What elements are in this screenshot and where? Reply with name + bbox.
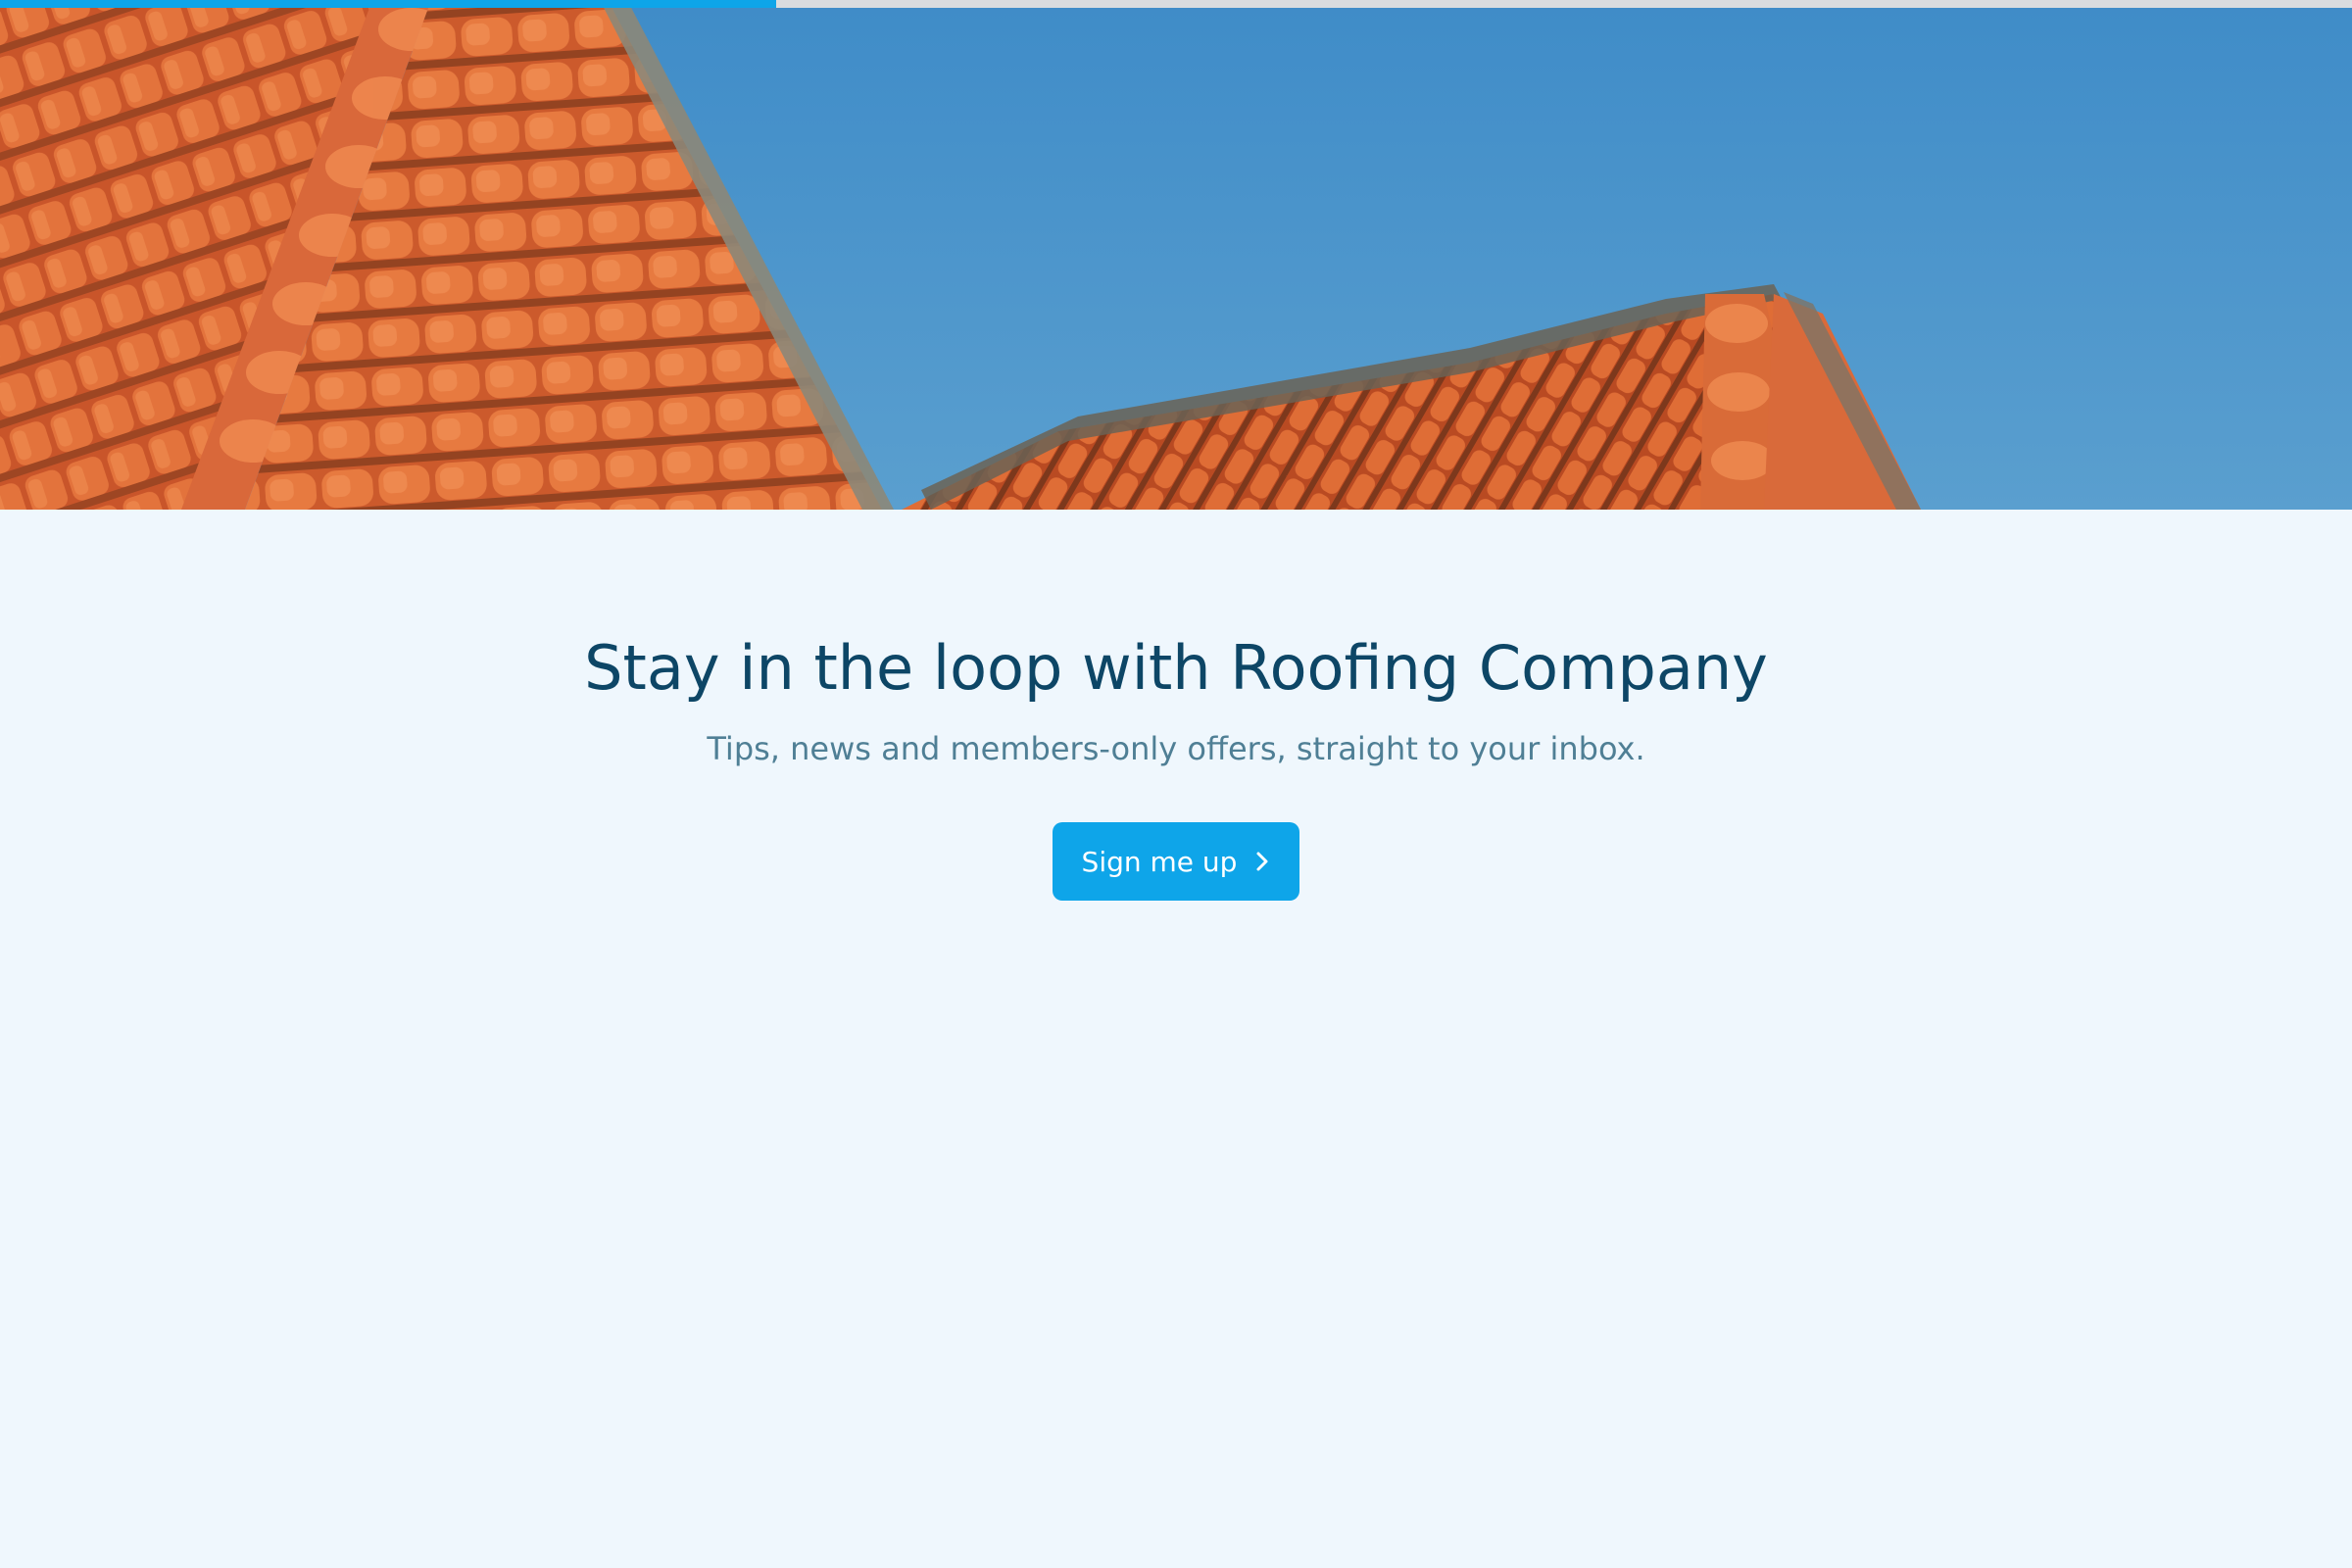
newsletter-headline: Stay in the loop with Roofing Company — [584, 632, 1768, 704]
sign-up-button[interactable]: Sign me up — [1053, 822, 1299, 901]
progress-fill — [0, 0, 776, 8]
progress-bar — [0, 0, 2352, 8]
sign-up-button-label: Sign me up — [1081, 845, 1238, 878]
chevron-right-icon — [1254, 850, 1270, 873]
newsletter-section: Stay in the loop with Roofing Company Ti… — [0, 510, 2352, 1568]
hero-image — [0, 0, 2352, 510]
newsletter-subline: Tips, news and members-only offers, stra… — [707, 730, 1645, 767]
